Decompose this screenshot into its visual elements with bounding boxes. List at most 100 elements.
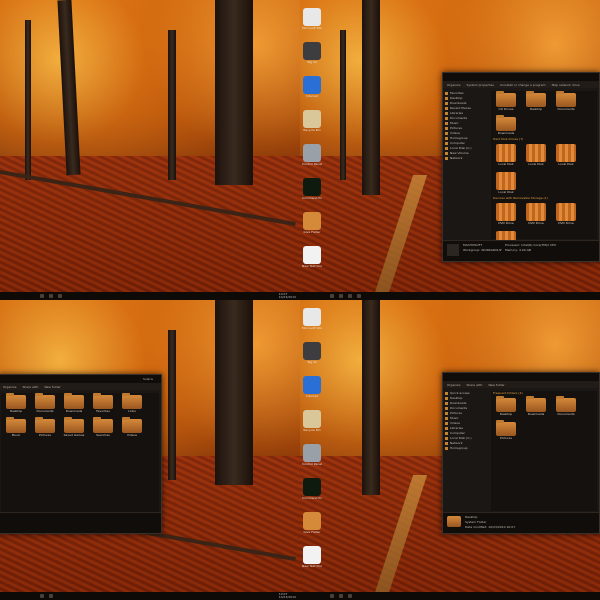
taskbar-button[interactable] xyxy=(330,294,334,298)
folder-item[interactable]: Desktop xyxy=(5,393,27,413)
folder-item[interactable]: Downloads xyxy=(63,393,85,413)
address-bar[interactable]: Solaris xyxy=(143,377,153,381)
taskbar-button[interactable] xyxy=(348,294,352,298)
window-titlebar[interactable] xyxy=(443,73,599,81)
toolbar-new-folder[interactable]: New folder xyxy=(44,385,60,389)
drive-item[interactable]: Local Disk xyxy=(525,144,547,166)
window-titlebar[interactable] xyxy=(443,373,599,381)
folder-item[interactable]: Searches xyxy=(92,417,114,437)
taskbar-button[interactable] xyxy=(330,594,334,598)
folder-item[interactable]: Desktop xyxy=(495,396,517,416)
nav-item[interactable]: Network xyxy=(445,156,489,161)
window-titlebar[interactable]: Solaris xyxy=(0,375,161,383)
dock-item[interactable]: New Text Document xyxy=(302,246,322,268)
item-modified: Date modified: 10/23/2010 10:07 xyxy=(465,525,516,529)
taskbar-button[interactable] xyxy=(348,594,352,598)
taskbar-button[interactable] xyxy=(58,294,62,298)
toolbar-organize[interactable]: Organize xyxy=(3,385,16,389)
folder-label: Links xyxy=(128,409,136,413)
taskbar-clock[interactable]: 10:07 10/23/2010 xyxy=(279,593,296,599)
dock-item[interactable]: Tag All xyxy=(302,342,322,364)
drive-item[interactable]: DVD Drive xyxy=(555,203,577,225)
memory: Memory: 4.00 GB xyxy=(505,248,531,252)
toolbar-uninstall[interactable]: Uninstall or change a program xyxy=(500,83,546,87)
folder-item[interactable]: Pictures xyxy=(495,420,517,440)
recycle-bin-icon xyxy=(303,110,321,128)
dock-item[interactable]: Command Prompt xyxy=(302,178,322,200)
taskbar-button[interactable] xyxy=(339,294,343,298)
dock-item[interactable]: Internet xyxy=(302,376,322,398)
drive-item[interactable]: Local Disk xyxy=(495,144,517,166)
folder-item[interactable]: Pictures xyxy=(34,417,56,437)
folder-item[interactable]: Downloads xyxy=(495,115,517,135)
folder-label: Favorites xyxy=(96,409,110,413)
toolbar-system-properties[interactable]: System properties xyxy=(466,83,493,87)
folder-icon xyxy=(496,91,516,107)
taskbar xyxy=(300,292,600,300)
folder-item[interactable]: Saved Games xyxy=(63,417,85,437)
toolbar-organize[interactable]: Organize xyxy=(447,383,460,387)
dock-item[interactable]: Control Panel xyxy=(302,144,322,166)
item-name: Desktop xyxy=(465,515,478,519)
toolbar-map-drive[interactable]: Map network drive xyxy=(552,83,580,87)
folder-item[interactable]: Downloads xyxy=(525,396,547,416)
folder-label: Pictures xyxy=(500,436,512,440)
taskbar-button[interactable] xyxy=(40,294,44,298)
folder-label: CD Drives xyxy=(498,107,514,111)
drive-item[interactable]: Local Disk xyxy=(555,144,577,166)
folder-item[interactable]: Desktop xyxy=(525,91,547,111)
folder-item[interactable]: Links xyxy=(121,393,143,413)
taskbar-clock[interactable]: 10:07 10/23/2010 xyxy=(279,293,296,299)
nav-item[interactable]: Homegroup xyxy=(445,446,489,451)
dock-label: New Text Document xyxy=(302,564,322,568)
folder-item[interactable]: Documents xyxy=(555,91,577,111)
drive-item[interactable]: DVD Drive xyxy=(525,203,547,225)
tag-icon xyxy=(303,342,321,360)
toolbar-organize[interactable]: Organize xyxy=(447,83,460,87)
taskbar-button[interactable] xyxy=(49,594,53,598)
folder-icon xyxy=(64,417,84,433)
file-area: Frequent folders (4) Desktop Downloads D… xyxy=(491,391,597,511)
toolbar-share[interactable]: Share with xyxy=(466,383,482,387)
dock-item[interactable]: New Text Document xyxy=(302,546,322,568)
folder-label: Downloads xyxy=(527,412,545,416)
taskbar-button[interactable] xyxy=(339,594,343,598)
folder-icon xyxy=(303,212,321,230)
dock-item[interactable]: Internet xyxy=(302,76,322,98)
dock-item[interactable]: Microsoft Word xyxy=(302,308,322,330)
word-icon xyxy=(303,308,321,326)
folder-item[interactable]: CD Drives xyxy=(495,91,517,111)
dock-label: Command Prompt xyxy=(302,496,322,500)
dock-item[interactable]: Give Folder xyxy=(302,512,322,534)
workgroup: Workgroup: WORKGROUP xyxy=(463,248,502,252)
recycle-bin-icon xyxy=(303,410,321,428)
dock-item[interactable]: Recycle Bin xyxy=(302,410,322,432)
folder-item[interactable]: Music xyxy=(5,417,27,437)
dock-item[interactable]: Microsoft Word xyxy=(302,8,322,30)
dock-item[interactable]: Recycle Bin xyxy=(302,110,322,132)
folder-item[interactable]: Videos xyxy=(121,417,143,437)
word-icon xyxy=(303,8,321,26)
tag-icon xyxy=(303,42,321,60)
dock-item[interactable]: Control Panel xyxy=(302,444,322,466)
toolbar-new-folder[interactable]: New folder xyxy=(488,383,504,387)
taskbar-button[interactable] xyxy=(49,294,53,298)
dock-item[interactable]: Command Prompt xyxy=(302,478,322,500)
drive-item[interactable]: DVD Drive xyxy=(495,203,517,225)
folder-icon xyxy=(35,417,55,433)
taskbar-button[interactable] xyxy=(40,594,44,598)
taskbar-button[interactable] xyxy=(357,294,361,298)
folder-item[interactable]: Documents xyxy=(555,396,577,416)
dock-item[interactable]: Give Folder xyxy=(302,212,322,234)
drive-label: Local Disk xyxy=(558,162,574,166)
folder-item[interactable]: Documents xyxy=(34,393,56,413)
processor: Processor: Intel(R) Core(TM)2 CPU xyxy=(505,243,557,247)
drive-label: Local Disk xyxy=(528,162,544,166)
drive-item[interactable]: Local Disk xyxy=(495,172,517,194)
dock-item[interactable]: Tag All xyxy=(302,42,322,64)
folder-item[interactable]: Favorites xyxy=(92,393,114,413)
clock-date: 10/23/2010 xyxy=(278,595,296,599)
hard-drive-icon xyxy=(496,172,516,190)
terminal-icon xyxy=(303,178,321,196)
toolbar-share[interactable]: Share with xyxy=(22,385,38,389)
